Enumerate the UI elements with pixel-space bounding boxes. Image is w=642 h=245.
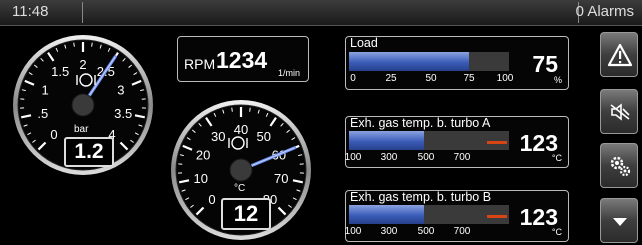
scale-label: 75 [463, 73, 475, 84]
mute-alarm-button[interactable] [600, 89, 638, 134]
gauge-tick-label: 3 [117, 82, 124, 97]
exhaust-b-warning-band [487, 215, 507, 218]
scale-label: 100 [496, 73, 514, 84]
gauge-tick-label: 30 [211, 129, 225, 144]
gauge-tick-label: 40 [234, 122, 248, 137]
gauge-tick-label: 0 [50, 127, 57, 142]
exhaust-a-title: Exh. gas temp. b. turbo A [350, 116, 491, 130]
settings-button[interactable] [600, 143, 638, 188]
gauge-tick-label: 10 [194, 171, 208, 186]
load-title: Load [350, 36, 378, 50]
warning-icon [607, 43, 633, 67]
exhaust-a-warning-band [487, 141, 507, 144]
gauge-tick-label: 3.5 [114, 106, 132, 121]
settings-gears-icon [610, 156, 631, 177]
gauge-tick-label: 20 [196, 147, 210, 162]
status-bar: 11:48 0 Alarms [0, 0, 642, 26]
scroll-down-button[interactable] [600, 198, 638, 243]
scale-label: 25 [385, 73, 397, 84]
load-value: 75 [532, 51, 558, 77]
gauge-tick-label: 0 [208, 192, 215, 207]
exhaust-b-panel: Exh. gas temp. b. turbo B 100 300 500 70… [345, 190, 569, 242]
gauge-tick-label: 70 [274, 171, 288, 186]
rpm-value: 1234 [216, 47, 268, 73]
exhaust-b-bar-fill [349, 205, 425, 224]
scale-label: 100 [344, 152, 362, 163]
scroll-down-icon [613, 218, 627, 226]
scale-label: 100 [344, 226, 362, 237]
exhaust-a-panel: Exh. gas temp. b. turbo A 100 300 500 70… [345, 116, 569, 168]
gauge-hub [71, 93, 95, 117]
gauge-tick-label: 1 [42, 82, 49, 97]
gauge-hub [229, 158, 253, 182]
scale-label: 500 [417, 226, 435, 237]
exhaust-a-bar-fill [349, 131, 425, 150]
scale-label: 0 [350, 73, 356, 84]
gauge-minor-tick [73, 42, 75, 47]
mute-alarm-icon [610, 103, 630, 121]
gauge-minor-tick [249, 107, 251, 112]
alarm-list-button[interactable] [600, 32, 638, 77]
scale-label: 500 [417, 152, 435, 163]
gauge-tick-label: 50 [257, 129, 271, 144]
exhaust-a-unit: °C [551, 153, 562, 163]
exhaust-b-title: Exh. gas temp. b. turbo B [350, 190, 492, 204]
scale-label: 700 [453, 152, 471, 163]
exhaust-b-unit: °C [551, 227, 562, 237]
load-bar [349, 52, 509, 71]
exhaust-a-bar [349, 131, 509, 150]
boost-readout: 1.2 [64, 137, 114, 167]
scale-label: 300 [380, 152, 398, 163]
load-unit: % [553, 75, 562, 85]
rpm-unit: 1/min [277, 68, 300, 78]
load-bar-fill [349, 52, 469, 71]
temperature-readout: 12 [221, 198, 271, 230]
gauge-minor-tick [91, 42, 93, 47]
clock: 11:48 [12, 3, 49, 20]
gauge-tick-label: 2 [79, 57, 86, 72]
gauge-tick-label: .5 [37, 106, 48, 121]
divider [82, 2, 83, 23]
gauge-minor-tick [231, 107, 233, 112]
scale-label: 50 [425, 73, 437, 84]
exhaust-b-bar [349, 205, 509, 224]
temperature-unit: °C [234, 183, 246, 194]
scale-label: 300 [380, 226, 398, 237]
alarm-count[interactable]: 0 Alarms [576, 3, 634, 20]
rpm-label: RPM [184, 56, 216, 72]
gauge-tick-label: 1.5 [51, 64, 69, 79]
load-panel: Load 0 25 50 75 100 75 % [345, 36, 569, 90]
scale-label: 700 [453, 226, 471, 237]
rpm-panel: RPM 1234 1/min [177, 36, 309, 82]
boost-unit: bar [74, 124, 89, 135]
